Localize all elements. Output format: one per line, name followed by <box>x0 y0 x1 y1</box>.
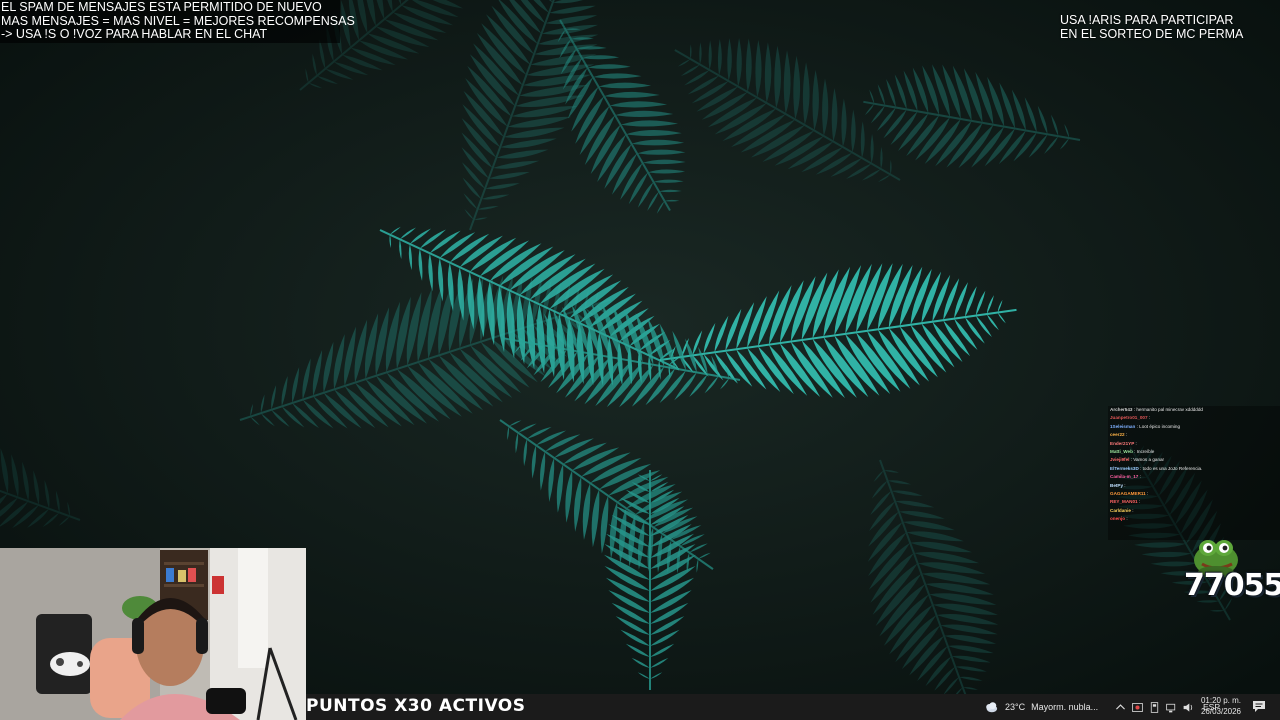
chat-username: Jvieji9fel <box>1110 457 1130 463</box>
chat-message: Ender21YP : <box>1110 440 1137 446</box>
chat-text: Vamos a ganar <box>1133 457 1165 463</box>
chevron-up-icon[interactable] <box>1114 701 1127 714</box>
announcement-line: MAS MENSAJES = MAS NIVEL = MEJORES RECOM… <box>1 13 355 28</box>
chat-rules-announcement: EL SPAM DE MENSAJES ESTA PERMITIDO DE NU… <box>0 0 355 43</box>
chat-message: Camila-m_17 : <box>1110 474 1141 480</box>
points-counter: 77055 <box>1184 568 1280 603</box>
chat-message: Juanpetro01_007 : <box>1110 415 1151 421</box>
giveaway-line: EN EL SORTEO DE MC PERMA <box>1060 26 1244 41</box>
chat-username: Carldanie <box>1110 507 1131 513</box>
chat-username: Juanpetro01_007 <box>1110 415 1148 421</box>
chat-message: REY_MAN01 : <box>1110 499 1141 505</box>
notification-icon[interactable] <box>1252 700 1266 713</box>
clock-time: 01:20 p. m. <box>1200 696 1242 705</box>
chat-text: Increíble <box>1136 449 1155 455</box>
streamer-webcam <box>0 548 306 720</box>
chat-username: Archer543 <box>1110 407 1133 412</box>
points-multiplier-banner: PUNTOS X30 ACTIVOS <box>306 696 526 716</box>
chat-message: 1Seleisman : Loot épico incoming <box>1110 423 1180 429</box>
taskbar-clock[interactable]: 01:20 p. m. 26/03/2026 <box>1196 696 1246 717</box>
stream-chat-overlay: Archer543 : hermanito pal minecrav xdddd… <box>1108 406 1280 540</box>
chat-message: Matti_Web : Increíble <box>1110 449 1155 455</box>
clock-date: 26/03/2026 <box>1200 706 1242 716</box>
chat-username: GAGAGAMER11 <box>1110 491 1146 497</box>
chat-username: Ender21YP <box>1110 440 1135 446</box>
chat-message: GAGAGAMER11 : <box>1110 491 1149 497</box>
usb-icon[interactable] <box>1148 701 1161 714</box>
chat-username: BetPy <box>1110 482 1124 488</box>
chat-username: 1Seleisman <box>1110 423 1136 429</box>
chat-message: BetPy : <box>1110 482 1126 488</box>
weather-temperature: 23°C <box>1005 702 1026 712</box>
volume-icon[interactable] <box>1182 701 1195 714</box>
chat-username: ceer22 <box>1110 432 1125 438</box>
chat-message: onenjo : <box>1110 516 1128 522</box>
chat-username: ElTermeks3D <box>1110 465 1139 471</box>
chat-message: ceer22 : <box>1110 432 1128 438</box>
cloud-icon <box>986 702 998 713</box>
chat-message: Jvieji9fel : Vamos a ganar <box>1110 457 1165 463</box>
chat-message: Carldanie : <box>1110 507 1134 513</box>
weather-widget[interactable]: 23°C Mayorm. nubla... <box>980 694 1098 720</box>
chat-text: hermanito pal minecrav xdddddd <box>1136 407 1203 412</box>
chat-message: Archer543 : hermanito pal minecrav xdddd… <box>1110 407 1203 412</box>
giveaway-line: USA !ARIS PARA PARTICIPAR <box>1060 13 1234 27</box>
chat-text: todo es una JoJo Referencia. <box>1142 465 1203 471</box>
weather-description: Mayorm. nubla... <box>1031 702 1099 712</box>
chat-text: Loot épico incoming <box>1139 423 1180 429</box>
chat-message: ElTermeks3D : todo es una JoJo Referenci… <box>1110 465 1203 471</box>
giveaway-notice: USA !ARIS PARA PARTICIPAR EN EL SORTEO D… <box>1060 13 1244 41</box>
chat-username: onenjo <box>1110 516 1126 522</box>
chat-username: REY_MAN01 <box>1110 499 1138 505</box>
network-icon[interactable] <box>1165 701 1178 714</box>
camera-app-icon[interactable] <box>1131 701 1144 714</box>
announcement-line: -> USA !S O !VOZ PARA HABLAR EN EL CHAT <box>1 27 268 41</box>
chat-username: Camila-m_17 <box>1110 474 1139 480</box>
announcement-line: EL SPAM DE MENSAJES ESTA PERMITIDO DE NU… <box>1 0 322 14</box>
chat-username: Matti_Web <box>1110 449 1133 455</box>
